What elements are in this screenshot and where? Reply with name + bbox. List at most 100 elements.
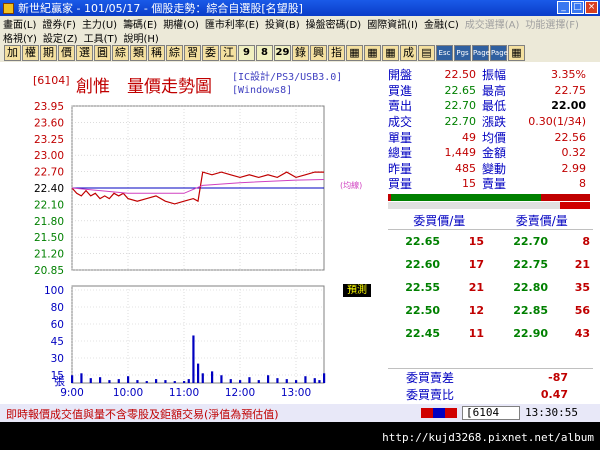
toolbar-button-28[interactable]: ▦	[508, 45, 525, 61]
toolbar-button-21[interactable]: ▦	[382, 45, 399, 61]
volume-bar	[108, 380, 111, 383]
toolbar-button-16[interactable]: 錄	[292, 45, 309, 61]
toolbar-button-4[interactable]: 選	[76, 45, 93, 61]
order-book-row[interactable]: 22.55 21 22.80 35	[388, 276, 593, 299]
toolbar-button-22[interactable]: 成	[400, 45, 417, 61]
toolbar-button-20[interactable]: ▦	[364, 45, 381, 61]
quote-value: 1,449	[444, 146, 477, 160]
quote-value: 49	[462, 130, 476, 144]
volume-bar	[192, 335, 195, 383]
minimize-button[interactable]: _	[557, 1, 570, 14]
quote-row: 單量 49 均價 22.56	[388, 129, 588, 145]
stock-code-input[interactable]: [6104	[462, 406, 520, 420]
bid-price: 22.50	[405, 304, 440, 317]
toolbar-button-24[interactable]: Esc	[436, 45, 453, 61]
toolbar-button-17[interactable]: 興	[310, 45, 327, 61]
toolbar-button-12[interactable]: 江	[220, 45, 237, 61]
toolbar-button-8[interactable]: 稱	[148, 45, 165, 61]
volume-forecast-tag[interactable]: 預測	[343, 284, 371, 297]
quote-label: 單量	[388, 130, 413, 145]
toolbar-button-25[interactable]: Pgs	[454, 45, 471, 61]
volume-bar	[211, 371, 214, 383]
order-book-row[interactable]: 22.65 15 22.70 8	[388, 230, 593, 253]
volume-bar	[117, 379, 120, 383]
toolbar-button-15[interactable]: 29	[274, 45, 291, 61]
menu-item-secondary-1[interactable]: 設定(Z)	[40, 30, 81, 45]
stock-code: [6104]	[33, 74, 70, 87]
menu-item-3[interactable]: 籌碼(E)	[120, 16, 160, 31]
toolbar-button-13[interactable]: 9	[238, 45, 255, 61]
volume-bar	[276, 378, 279, 383]
toolbar-button-19[interactable]: ▦	[346, 45, 363, 61]
menu-item-secondary-0[interactable]: 格視(Y)	[0, 30, 40, 45]
toolbar-button-26[interactable]: Page	[472, 45, 490, 61]
menu-item-7[interactable]: 操盤密碼(D)	[303, 16, 365, 31]
toolbar-button-5[interactable]: 圓	[94, 45, 111, 61]
bid-header: 委買價/量	[413, 214, 466, 228]
menu-item-1[interactable]: 證券(F)	[39, 16, 79, 31]
maximize-button[interactable]: □	[571, 1, 584, 14]
clock: 13:30:55	[525, 406, 578, 419]
volume-bar	[257, 380, 260, 383]
menu-item-6[interactable]: 投資(B)	[262, 16, 303, 31]
menu-item-2[interactable]: 主力(U)	[79, 16, 120, 31]
bid-ask-ratio-label: 委買賣比	[406, 388, 455, 402]
menu-item-10[interactable]: 成交選擇(A)	[462, 16, 523, 31]
app-icon	[3, 2, 14, 14]
toolbar-button-6[interactable]: 綜	[112, 45, 129, 61]
quote-value: 22.50	[444, 68, 477, 82]
time-tick-label: 9:00	[60, 387, 84, 399]
toolbar-button-2[interactable]: 期	[40, 45, 57, 61]
toolbar-button-7[interactable]: 類	[130, 45, 147, 61]
toolbar-button-9[interactable]: 綜	[166, 45, 183, 61]
volume-tick-label: 45	[51, 336, 64, 348]
toolbar-button-27[interactable]: Page	[490, 45, 508, 61]
order-book-row[interactable]: 22.45 11 22.90 43	[388, 322, 593, 345]
order-book-row[interactable]: 22.60 17 22.75 21	[388, 253, 593, 276]
volume-bar	[145, 381, 148, 383]
quote-value-2: 22.00	[551, 99, 586, 113]
window-controls: _ □ ×	[557, 1, 598, 14]
bid-price: 22.60	[405, 258, 440, 271]
volume-bar	[313, 378, 316, 383]
menu-item-secondary-2[interactable]: 工具(T)	[81, 30, 121, 45]
quote-row: 買進 22.65 最高 22.75	[388, 83, 588, 99]
quote-value-2: 3.35%	[551, 68, 586, 82]
menu-item-8[interactable]: 國際資訊(I)	[364, 16, 421, 31]
volume-bar	[239, 380, 242, 383]
bid-price: 22.45	[405, 327, 440, 340]
menu-item-4[interactable]: 期權(O)	[160, 16, 202, 31]
close-button[interactable]: ×	[585, 1, 598, 14]
volume-bar	[318, 380, 321, 383]
price-tick-label: 23.60	[34, 117, 64, 129]
quote-label-2: 最低	[482, 99, 507, 114]
menu-item-9[interactable]: 金融(C)	[421, 16, 462, 31]
quote-label: 買量	[388, 177, 413, 192]
time-tick-label: 10:00	[113, 387, 143, 399]
price-tick-label: 22.70	[34, 167, 64, 179]
time-tick-label: 11:00	[169, 387, 199, 399]
menu-item-secondary-3[interactable]: 說明(H)	[121, 30, 162, 45]
toolbar-button-23[interactable]: ▤	[418, 45, 435, 61]
menu-item-5[interactable]: 匯市利率(E)	[202, 16, 262, 31]
toolbar-button-0[interactable]: 加	[4, 45, 21, 61]
toolbar-button-14[interactable]: 8	[256, 45, 273, 61]
toolbar-button-18[interactable]: 指	[328, 45, 345, 61]
menu-item-11[interactable]: 功能選擇(F)	[522, 16, 582, 31]
menu-item-0[interactable]: 畫面(L)	[0, 16, 39, 31]
ask-qty: 56	[574, 304, 590, 317]
order-book: 委買價/量 委賣價/量 22.65 15 22.70 8 22.60 17 22.75 21 2…	[388, 212, 593, 345]
order-book-rows: 22.65 15 22.70 8 22.60 17 22.75 21 22.55 21 22.80 3…	[388, 230, 593, 345]
quote-row: 總量 1,449 金額 0.32	[388, 145, 588, 161]
time-tick-label: 12:00	[225, 387, 255, 399]
toolbar-button-10[interactable]: 習	[184, 45, 201, 61]
toolbar-button-1[interactable]: 權	[22, 45, 39, 61]
order-book-row[interactable]: 22.50 12 22.85 56	[388, 299, 593, 322]
quote-row: 賣出 22.70 最低 22.00	[388, 98, 588, 114]
volume-bar	[89, 378, 92, 383]
ask-qty: 43	[574, 327, 590, 340]
toolbar-button-3[interactable]: 價	[58, 45, 75, 61]
stock-name: 創惟	[76, 77, 110, 97]
ask-qty: 35	[574, 281, 590, 294]
toolbar-button-11[interactable]: 委	[202, 45, 219, 61]
